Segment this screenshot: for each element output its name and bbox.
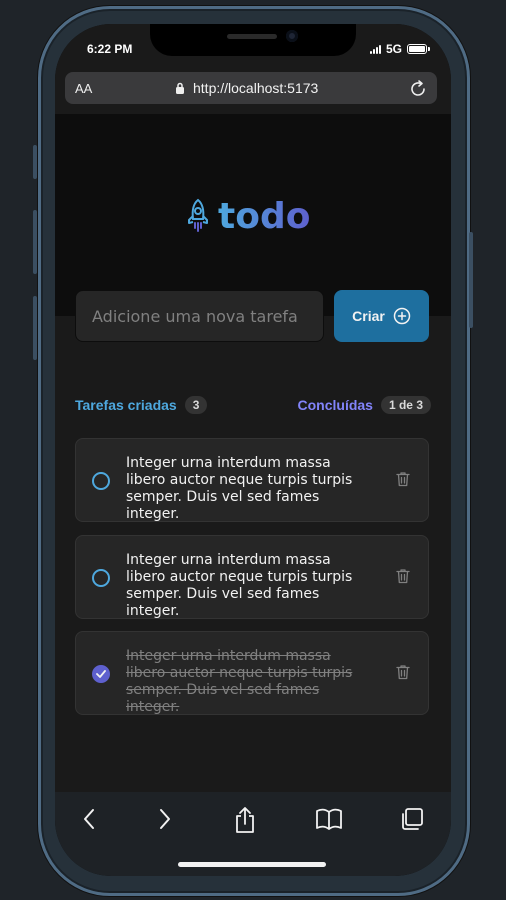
browser-address-bar: AA http://localhost:5173 xyxy=(55,70,451,114)
speaker-grille xyxy=(227,34,277,39)
logo-text: todo xyxy=(218,196,311,237)
plus-circle-icon xyxy=(393,307,411,325)
task-text: Integer urna interdum massa libero aucto… xyxy=(126,648,353,715)
app-logo: todo xyxy=(186,196,310,237)
url-display[interactable]: http://localhost:5173 xyxy=(175,80,318,96)
task-card: Integer urna interdum massa libero aucto… xyxy=(75,535,429,619)
created-label: Tarefas criadas xyxy=(75,397,177,413)
front-camera xyxy=(286,30,298,42)
task-checkbox[interactable] xyxy=(92,472,110,490)
task-checkbox-checked[interactable] xyxy=(92,665,110,683)
status-indicators: 5G xyxy=(369,42,430,56)
task-text: Integer urna interdum massa libero aucto… xyxy=(126,552,353,619)
phone-screen: 6:22 PM 5G AA http://localhost:5173 todo… xyxy=(55,24,451,876)
trash-icon[interactable] xyxy=(396,664,410,680)
url-field[interactable]: AA http://localhost:5173 xyxy=(65,72,437,104)
task-text: Integer urna interdum massa libero aucto… xyxy=(126,455,353,522)
bookmarks-icon[interactable] xyxy=(315,806,343,832)
reload-icon[interactable] xyxy=(409,78,427,98)
power-button xyxy=(469,232,473,328)
share-icon[interactable] xyxy=(233,806,257,834)
checkmark-icon xyxy=(96,670,106,678)
create-label: Criar xyxy=(352,308,385,324)
rocket-icon xyxy=(188,198,208,232)
volume-up-button xyxy=(33,210,37,274)
home-indicator[interactable] xyxy=(178,862,326,867)
network-label: 5G xyxy=(385,42,402,56)
trash-icon[interactable] xyxy=(396,568,410,584)
task-checkbox[interactable] xyxy=(92,569,110,587)
battery-icon xyxy=(407,44,430,54)
mute-switch xyxy=(33,145,37,179)
done-counter: Concluídas 1 de 3 xyxy=(297,396,431,414)
back-icon[interactable] xyxy=(79,806,99,832)
lock-icon xyxy=(176,82,184,94)
done-label: Concluídas xyxy=(297,397,373,413)
create-button[interactable]: Criar xyxy=(334,290,429,342)
task-card: Integer urna interdum massa libero aucto… xyxy=(75,631,429,715)
task-card: Integer urna interdum massa libero aucto… xyxy=(75,438,429,522)
created-count-badge: 3 xyxy=(184,396,208,414)
done-count-badge: 1 de 3 xyxy=(380,396,431,414)
status-time: 6:22 PM xyxy=(87,42,133,56)
volume-down-button xyxy=(33,296,37,360)
tabs-icon[interactable] xyxy=(399,806,425,832)
text-size-button[interactable]: AA xyxy=(75,81,92,96)
url-text: http://localhost:5173 xyxy=(193,80,319,96)
signal-icon xyxy=(369,44,381,54)
forward-icon[interactable] xyxy=(155,806,175,832)
created-counter: Tarefas criadas 3 xyxy=(75,396,208,414)
app-header: todo xyxy=(55,114,451,316)
notch xyxy=(150,24,356,56)
new-task-input[interactable]: Adicione uma nova tarefa xyxy=(75,290,324,342)
trash-icon[interactable] xyxy=(396,471,410,487)
